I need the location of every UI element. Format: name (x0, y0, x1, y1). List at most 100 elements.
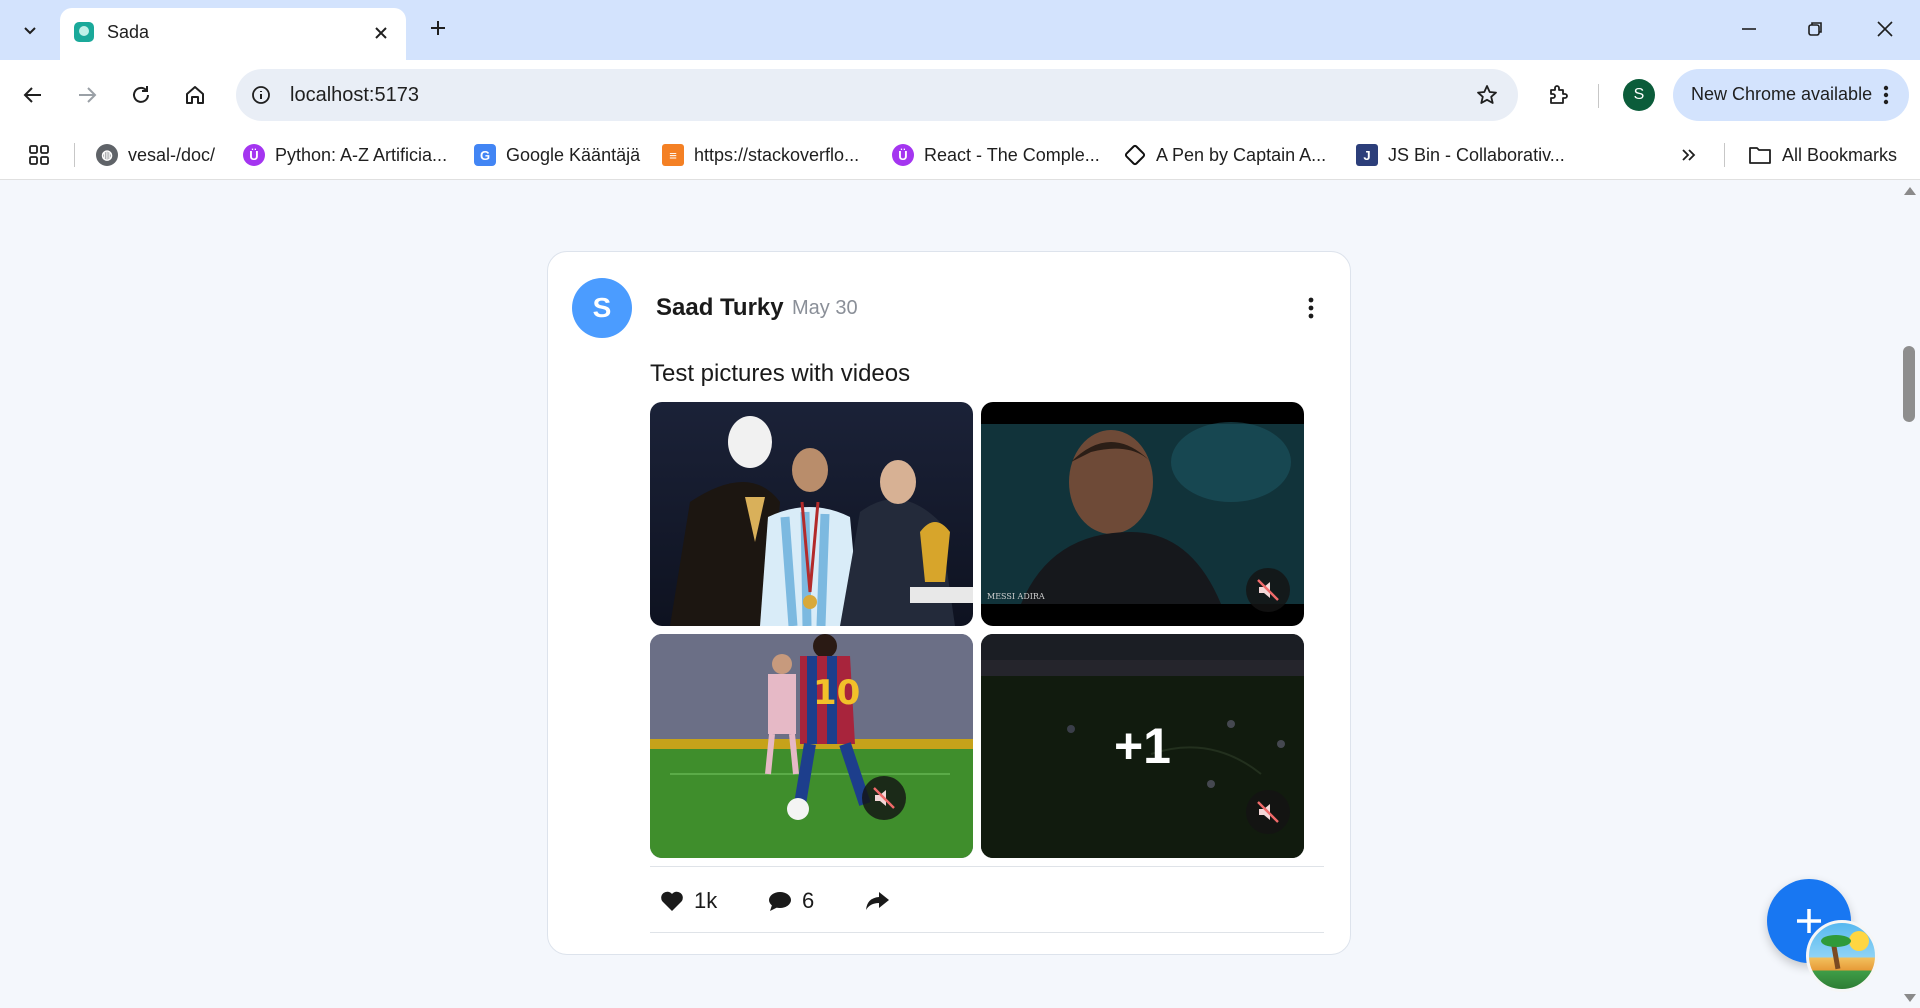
post-author[interactable]: Saad Turky (656, 294, 784, 322)
media-video[interactable]: 10 (650, 634, 973, 858)
browser-toolbar: localhost:5173 S New Chrome available (0, 60, 1920, 130)
bookmark-react-complete[interactable]: Ü React - The Comple... (892, 130, 1100, 180)
google-translate-icon: G (474, 144, 496, 166)
muted-speaker-icon (1257, 801, 1279, 823)
bookmark-google-translate[interactable]: G Google Kääntäjä (474, 130, 640, 180)
toolbar-divider (1598, 84, 1599, 108)
page-viewport: S Saad Turky May 30 Test pictures with v… (0, 181, 1898, 1008)
bookmark-label: A Pen by Captain A... (1156, 144, 1327, 165)
udemy-icon: Ü (243, 144, 265, 166)
codepen-icon (1123, 143, 1147, 167)
scroll-down-arrow-icon[interactable] (1904, 994, 1916, 1002)
bookmark-label: https://stackoverflo... (694, 144, 860, 165)
chrome-update-button[interactable]: New Chrome available (1673, 69, 1909, 121)
mute-toggle-button[interactable] (862, 776, 906, 820)
muted-speaker-icon (873, 787, 895, 809)
url-text[interactable]: localhost:5173 (290, 84, 419, 107)
share-button[interactable] (864, 884, 890, 918)
profile-avatar[interactable]: S (1623, 79, 1655, 111)
bookmark-codepen[interactable]: A Pen by Captain A... (1123, 130, 1327, 180)
more-bookmarks-button[interactable] (1674, 142, 1702, 168)
more-vert-icon (1308, 297, 1314, 319)
media-video-more[interactable]: +1 (981, 634, 1304, 858)
close-window-button[interactable] (1870, 14, 1900, 44)
reload-icon (133, 86, 149, 103)
bookmark-python-az[interactable]: Ü Python: A-Z Artificia... (243, 130, 447, 180)
like-count: 1k (694, 888, 718, 913)
bookmark-jsbin[interactable]: J JS Bin - Collaborativ... (1356, 130, 1565, 180)
page-scrollbar[interactable] (1898, 181, 1920, 1008)
avatar[interactable]: S (572, 278, 632, 338)
close-tab-button[interactable] (370, 22, 392, 44)
forward-button[interactable] (70, 78, 104, 112)
actions-divider-top (650, 866, 1324, 867)
post-date: May 30 (792, 297, 858, 319)
apps-grid-button[interactable] (24, 142, 54, 168)
share-icon (866, 892, 889, 910)
tab-title: Sada (107, 22, 150, 42)
bookmark-label: JS Bin - Collaborativ... (1388, 144, 1565, 165)
palm-leaf (1821, 935, 1851, 947)
tab-search-button[interactable] (14, 14, 46, 46)
bookmark-label: Google Kääntäjä (506, 144, 641, 165)
home-button[interactable] (178, 78, 212, 112)
post-options-button[interactable] (1296, 290, 1326, 326)
browser-tab-bar: Sada (0, 0, 1920, 60)
site-info-button[interactable] (248, 82, 274, 108)
reload-button[interactable] (124, 78, 158, 112)
update-label: New Chrome available (1691, 84, 1873, 104)
all-bookmarks-label: All Bookmarks (1782, 144, 1898, 165)
comment-button[interactable]: 6 (768, 884, 814, 918)
bookmark-vesal-doc[interactable]: ◍ vesal-/doc/ (96, 130, 215, 180)
actions-divider-bottom (650, 932, 1324, 933)
video-thumbnail-icon: 10 (650, 634, 973, 858)
back-button[interactable] (16, 78, 50, 112)
post-text: Test pictures with videos (650, 360, 911, 387)
jsbin-icon: J (1356, 144, 1378, 166)
info-icon (252, 86, 270, 104)
bookmark-star-button[interactable] (1474, 82, 1500, 108)
close-icon (375, 27, 387, 39)
close-icon (1877, 21, 1893, 37)
media-video[interactable]: MESSI ADIRA (981, 402, 1304, 626)
svg-text:10: 10 (813, 673, 860, 713)
arrow-left-icon (23, 87, 41, 103)
bookmark-label: React - The Comple... (924, 144, 1100, 165)
bookmark-label: Python: A-Z Artificia... (275, 144, 448, 165)
extensions-button[interactable] (1542, 78, 1576, 112)
apps-grid-icon (29, 145, 49, 165)
bookmarks-bar: ◍ vesal-/doc/ Ü Python: A-Z Artificia...… (0, 130, 1920, 180)
comment-count: 6 (802, 888, 815, 913)
globe-icon: ◍ (96, 144, 118, 166)
restore-button[interactable] (1800, 14, 1830, 44)
new-tab-button[interactable] (424, 14, 452, 42)
media-photo[interactable] (650, 402, 973, 626)
mute-toggle-button[interactable] (1246, 790, 1290, 834)
bookmarks-separator (1724, 143, 1725, 167)
like-button[interactable]: 1k (660, 884, 717, 918)
scrollbar-thumb[interactable] (1903, 346, 1915, 422)
muted-speaker-icon (1257, 579, 1279, 601)
folder-icon (1749, 147, 1771, 164)
beach-badge-icon[interactable] (1806, 920, 1878, 992)
minimize-button[interactable] (1734, 14, 1764, 44)
bookmark-stackoverflow[interactable]: ≡ https://stackoverflo... (662, 130, 859, 180)
minimize-icon (1742, 28, 1756, 30)
star-icon (1477, 85, 1497, 104)
chevron-down-icon (24, 27, 36, 35)
address-bar[interactable]: localhost:5173 (236, 69, 1518, 121)
scroll-up-arrow-icon[interactable] (1904, 187, 1916, 195)
udemy-icon: Ü (892, 144, 914, 166)
sun-icon (1849, 931, 1869, 951)
restore-icon (1808, 22, 1822, 36)
stackoverflow-icon: ≡ (662, 144, 684, 166)
all-bookmarks-button[interactable]: All Bookmarks (1748, 130, 1897, 180)
video-watermark: MESSI ADIRA (987, 592, 1045, 601)
home-icon (186, 86, 204, 104)
bookmarks-separator (74, 143, 75, 167)
browser-tab-active[interactable]: Sada (60, 8, 406, 60)
sada-favicon-icon (74, 22, 94, 42)
mute-toggle-button[interactable] (1246, 568, 1290, 612)
plus-icon (431, 21, 445, 35)
puzzle-icon (1550, 85, 1568, 104)
